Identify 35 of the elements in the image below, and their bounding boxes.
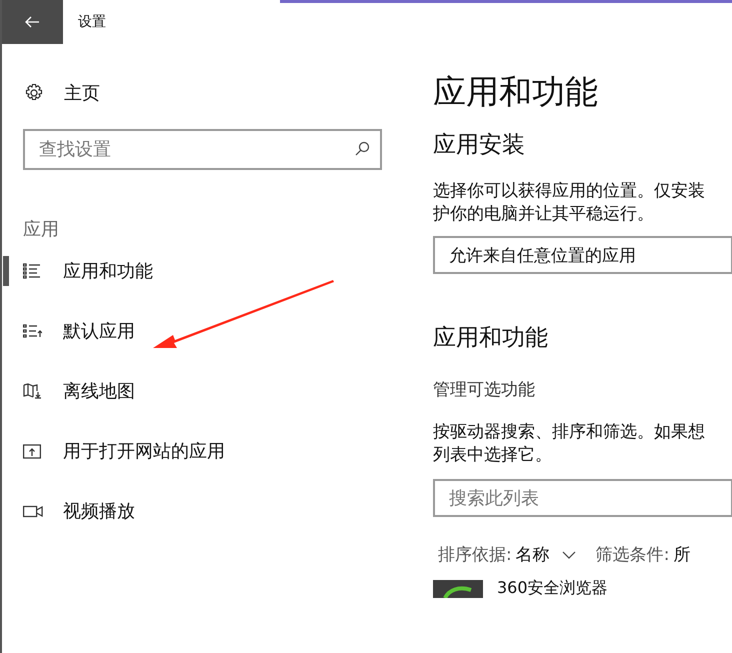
search-icon: [354, 141, 370, 157]
list-search-field[interactable]: 搜索此列表: [433, 479, 732, 517]
sort-dropdown[interactable]: 名称: [516, 543, 576, 566]
gear-icon: [24, 83, 44, 103]
window-title: 设置: [78, 13, 106, 31]
page-title: 应用和功能: [433, 71, 599, 113]
sort-label: 排序依据:: [438, 544, 512, 566]
home-link[interactable]: 主页: [64, 81, 100, 105]
description-text: 护你的电脑并让其平稳运行。: [433, 203, 655, 226]
app-icon: [433, 580, 483, 598]
section-heading: 应用: [23, 218, 60, 241]
description-text: 按驱动器搜索、排序和筛选。如果想: [433, 421, 706, 444]
back-arrow-icon: [24, 16, 40, 28]
sidebar-item[interactable]: 离线地图: [63, 379, 135, 403]
section-heading: 应用和功能: [433, 324, 549, 353]
chevron-down-icon: [562, 550, 576, 558]
list-icon: [23, 263, 41, 279]
sidebar-item[interactable]: 默认应用: [63, 319, 135, 343]
map-download-icon: [23, 383, 42, 399]
back-button[interactable]: [0, 0, 63, 44]
search-field[interactable]: 查找设置: [23, 129, 382, 170]
section-heading: 应用安装: [433, 131, 526, 160]
filter-dropdown[interactable]: 所: [673, 543, 690, 566]
app-name[interactable]: 360安全浏览器: [497, 578, 608, 599]
sidebar-item[interactable]: 视频播放: [63, 499, 135, 523]
manage-features-link[interactable]: 管理可选功能: [433, 378, 732, 401]
list-arrow-icon: [23, 324, 42, 338]
description-text: 列表中选择它。: [433, 444, 553, 467]
sidebar-item[interactable]: 应用和功能: [63, 259, 153, 283]
filter-label: 筛选条件:: [596, 544, 670, 566]
sidebar-item[interactable]: 用于打开网站的应用: [63, 439, 225, 463]
description-text: 选择你可以获得应用的位置。仅安装: [433, 180, 706, 203]
window-upload-icon: [23, 444, 41, 458]
source-dropdown[interactable]: 允许来自任意位置的应用: [433, 236, 732, 274]
video-camera-icon: [23, 504, 43, 518]
